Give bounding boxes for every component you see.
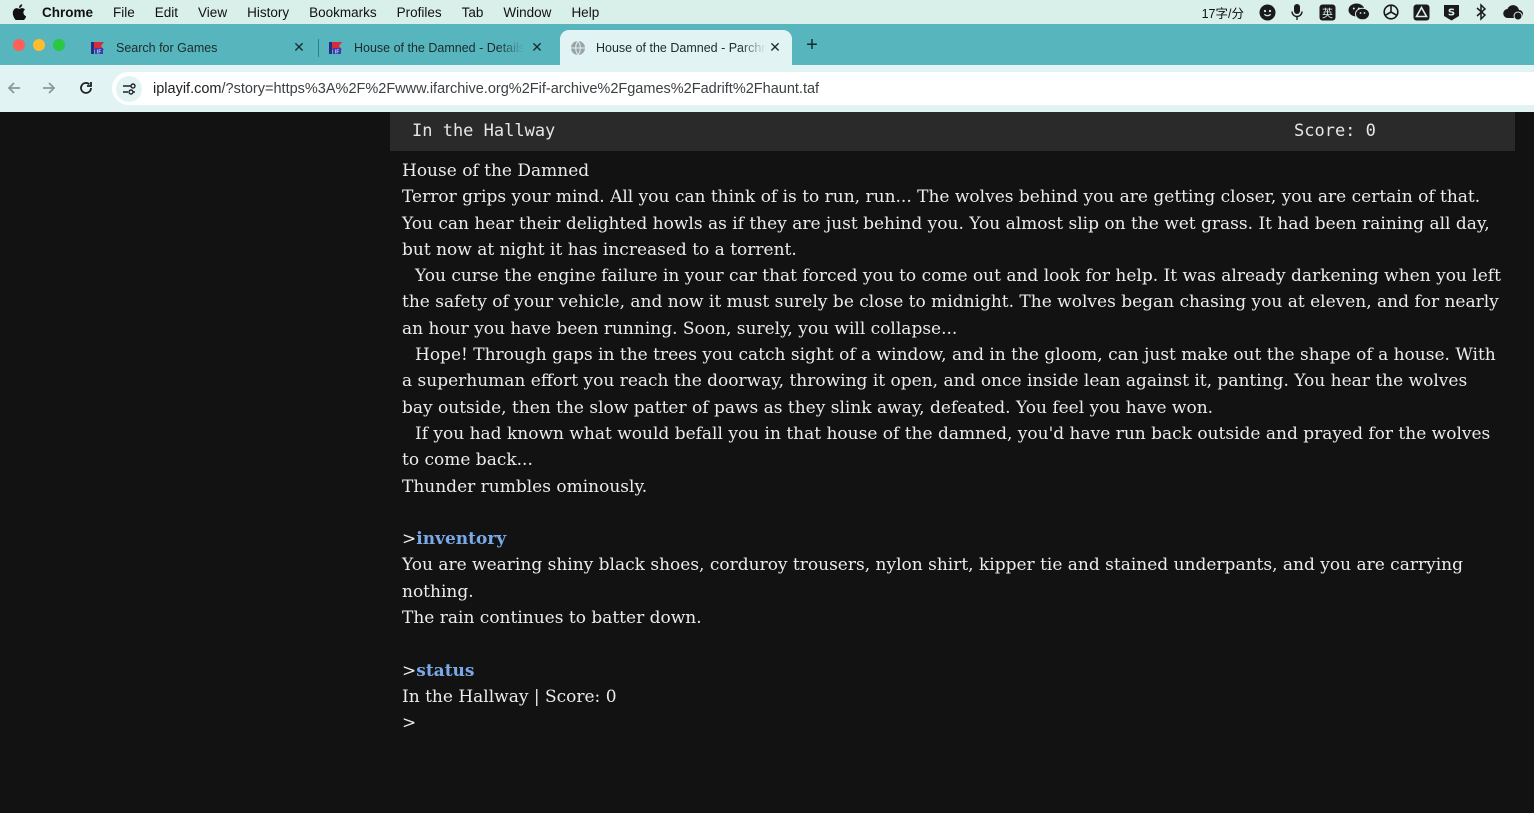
response-text: In the Hallway | Score: 0 bbox=[402, 686, 617, 707]
game-transcript: House of the Damned Terror grips your mi… bbox=[402, 158, 1502, 737]
menu-view[interactable]: View bbox=[198, 5, 227, 20]
prompt-char: > bbox=[402, 660, 417, 681]
menu-tab[interactable]: Tab bbox=[462, 5, 484, 20]
browser-toolbar: iplayif.com/?story=https%3A%2F%2Fwww.ifa… bbox=[0, 65, 1534, 112]
command-line: >status bbox=[402, 658, 1502, 684]
close-window-button[interactable] bbox=[13, 39, 25, 51]
intro-tail: Thunder rumbles ominously. bbox=[402, 476, 648, 497]
game-status-bar: In the Hallway Score: 0 bbox=[390, 112, 1515, 151]
url-host: iplayif.com bbox=[153, 80, 222, 97]
back-arrow-icon[interactable] bbox=[4, 78, 24, 98]
forward-arrow-icon[interactable] bbox=[39, 78, 59, 98]
svg-text:IF: IF bbox=[335, 49, 339, 55]
intro-paragraph: Hope! Through gaps in the trees you catc… bbox=[402, 345, 1496, 418]
close-tab-icon[interactable]: ✕ bbox=[530, 40, 544, 54]
close-tab-icon[interactable]: ✕ bbox=[768, 40, 782, 54]
minimize-window-button[interactable] bbox=[33, 39, 45, 51]
address-bar[interactable]: iplayif.com/?story=https%3A%2F%2Fwww.ifa… bbox=[112, 72, 1534, 105]
menu-chrome[interactable]: Chrome bbox=[42, 5, 93, 20]
s-app-icon[interactable]: S bbox=[1442, 3, 1460, 21]
apple-logo-icon[interactable] bbox=[12, 4, 28, 20]
url-path: /?story=https%3A%2F%2Fwww.ifarchive.org%… bbox=[221, 80, 820, 97]
game-page: In the Hallway Score: 0 House of the Dam… bbox=[0, 112, 1534, 813]
cloud-icon[interactable] bbox=[1502, 3, 1524, 21]
tab-house-of-the-damned-parchment[interactable]: House of the Damned - Parchment ✕ bbox=[560, 30, 792, 65]
wechat-icon[interactable] bbox=[1348, 3, 1370, 21]
typing-speed-text: 17字/分 bbox=[1201, 6, 1244, 21]
intro-paragraph: You curse the engine failure in your car… bbox=[402, 266, 1501, 339]
ifdb-icon: IF bbox=[328, 40, 344, 56]
tab-search-for-games[interactable]: IF Search for Games ✕ bbox=[80, 30, 316, 65]
input-prompt[interactable]: > bbox=[402, 710, 1502, 736]
response-text: You are wearing shiny black shoes, cordu… bbox=[402, 555, 1463, 602]
svg-text:IF: IF bbox=[97, 49, 101, 55]
tab-title: House of the Damned - Details bbox=[354, 40, 524, 55]
command-line: >inventory bbox=[402, 526, 1502, 552]
menu-help[interactable]: Help bbox=[571, 5, 599, 20]
close-tab-icon[interactable]: ✕ bbox=[292, 40, 306, 54]
intro-paragraph: If you had known what would befall you i… bbox=[402, 423, 1491, 471]
bluetooth-icon[interactable] bbox=[1472, 3, 1490, 21]
tab-title: House of the Damned - Parchment bbox=[596, 40, 766, 55]
menu-window[interactable]: Window bbox=[503, 5, 551, 20]
ifdb-icon: IF bbox=[90, 40, 106, 56]
microphone-icon[interactable] bbox=[1288, 3, 1306, 21]
command-status: status bbox=[416, 660, 475, 681]
tab-strip: IF Search for Games ✕ IF House of the Da… bbox=[0, 24, 1534, 65]
tab-house-of-the-damned-details[interactable]: IF House of the Damned - Details ✕ bbox=[318, 30, 554, 65]
macos-menubar: Chrome File Edit View History Bookmarks … bbox=[0, 0, 1534, 24]
menu-bookmarks[interactable]: Bookmarks bbox=[309, 5, 377, 20]
new-tab-icon[interactable]: + bbox=[803, 35, 821, 55]
command-inventory: inventory bbox=[416, 529, 507, 550]
status-tray: 17字/分 英 S bbox=[1202, 0, 1524, 24]
reload-icon[interactable] bbox=[76, 78, 96, 98]
svg-text:英: 英 bbox=[1322, 6, 1333, 20]
zoom-window-button[interactable] bbox=[53, 39, 65, 51]
svg-text:S: S bbox=[1447, 7, 1454, 18]
status-location: In the Hallway bbox=[412, 121, 556, 141]
status-score: Score: 0 bbox=[1294, 121, 1376, 141]
prompt-char: > bbox=[402, 529, 417, 550]
site-settings-icon[interactable] bbox=[116, 75, 142, 102]
ime-icon[interactable]: 英 bbox=[1318, 3, 1336, 21]
intro-paragraph: Terror grips your mind. All you can thin… bbox=[402, 187, 1490, 260]
openai-icon[interactable] bbox=[1382, 3, 1400, 21]
menu-history[interactable]: History bbox=[247, 5, 289, 20]
url-text: iplayif.com/?story=https%3A%2F%2Fwww.ifa… bbox=[153, 81, 819, 97]
face-icon[interactable] bbox=[1258, 3, 1276, 21]
tab-title: Search for Games bbox=[116, 40, 218, 55]
globe-icon bbox=[570, 40, 586, 56]
prompt-char: > bbox=[402, 713, 417, 734]
window-controls bbox=[13, 39, 65, 51]
menu-file[interactable]: File bbox=[113, 5, 135, 20]
game-title: House of the Damned bbox=[402, 161, 590, 181]
response-text: The rain continues to batter down. bbox=[402, 608, 702, 629]
menu-edit[interactable]: Edit bbox=[155, 5, 178, 20]
drive-icon[interactable] bbox=[1412, 3, 1430, 21]
menu-profiles[interactable]: Profiles bbox=[397, 5, 442, 20]
